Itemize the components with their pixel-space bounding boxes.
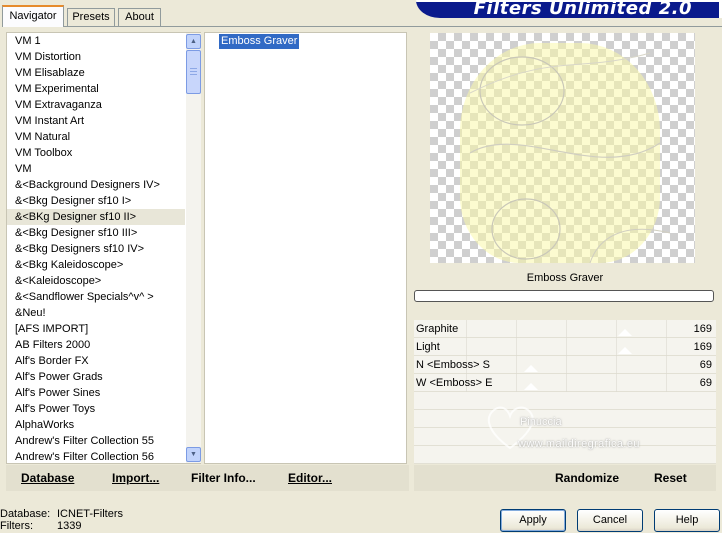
filter-category-item[interactable]: &Neu! (7, 305, 185, 321)
filter-category-item[interactable]: VM Instant Art (7, 113, 185, 129)
parameter-track (466, 320, 716, 338)
parameter-track (466, 338, 716, 356)
filter-category-item[interactable]: [AFS IMPORT] (7, 321, 185, 337)
import-button-label: Import... (112, 471, 160, 485)
tab-navigator[interactable]: Navigator (2, 5, 64, 27)
parameter-track (466, 356, 716, 374)
grip-line (190, 71, 197, 72)
parameter-slider-marker[interactable] (618, 347, 633, 354)
scroll-thumb[interactable] (186, 50, 201, 94)
reset-button[interactable]: Reset (654, 470, 687, 486)
grip-line (190, 74, 197, 75)
parameter-label: W <Emboss> E (416, 377, 493, 389)
filter-category-item[interactable]: &<Sandflower Specials^v^ > (7, 289, 185, 305)
filter-category-item[interactable]: Alf's Power Grads (7, 369, 185, 385)
filter-category-item[interactable]: &<Background Designers IV> (7, 177, 185, 193)
parameter-label: Light (416, 341, 440, 353)
filter-category-items: VM 1 VM Distortion VM Elisablaze VM Experim… (7, 33, 185, 463)
filter-category-item[interactable]: VM 1 (7, 33, 185, 49)
scroll-up-icon[interactable]: ▲ (186, 34, 201, 49)
parameter-row[interactable]: N <Emboss> S 69 (414, 356, 716, 374)
filter-category-item[interactable]: VM Elisablaze (7, 65, 185, 81)
parameter-value: 69 (699, 377, 712, 389)
parameter-value: 169 (693, 341, 712, 353)
apply-button[interactable]: Apply (500, 509, 566, 532)
tab-about[interactable]: About (118, 8, 161, 26)
parameter-label: N <Emboss> S (416, 359, 490, 371)
import-button[interactable]: Import... (112, 470, 159, 486)
status-filters-label: Filters: (0, 520, 33, 532)
filter-category-item[interactable]: AB Filters 2000 (7, 337, 185, 353)
parameter-row[interactable]: W <Emboss> E 69 (414, 374, 716, 392)
filter-category-item[interactable]: VM Extravaganza (7, 97, 185, 113)
preview-embossed-shapes (469, 52, 671, 263)
filter-category-item[interactable]: VM (7, 161, 185, 177)
editor-button[interactable]: Editor... (288, 470, 332, 486)
status-filters-value: 1339 (57, 520, 82, 532)
filter-category-item[interactable]: &<Bkg Designer sf10 III> (7, 225, 185, 241)
app-title: Filters Unlimited 2.0 (473, 0, 692, 19)
right-toolbar: Randomize Reset (414, 465, 716, 491)
status-area: Database: ICNET-Filters Filters: 1339 (0, 508, 300, 532)
filter-category-item[interactable]: &<Kaleidoscope> (7, 273, 185, 289)
filter-category-item[interactable]: &<BKg Designer sf10 II> (7, 209, 185, 225)
watermark-name: Pinuccia (520, 416, 562, 428)
parameter-value: 169 (693, 323, 712, 335)
filter-category-item[interactable]: VM Distortion (7, 49, 185, 65)
filter-category-item[interactable]: Alf's Power Toys (7, 401, 185, 417)
database-button[interactable]: Database (21, 470, 74, 486)
filter-category-item[interactable]: Andrew's Filter Collection 55 (7, 433, 185, 449)
tab-presets[interactable]: Presets (67, 8, 115, 26)
parameter-row[interactable]: Graphite 169 (414, 320, 716, 338)
category-scrollbar[interactable]: ▲ ▼ (186, 33, 201, 463)
status-filters-row: Filters: 1339 (0, 520, 300, 532)
parameter-slider-marker[interactable] (523, 383, 538, 390)
filter-category-item[interactable]: Andrew's Filter Collection 56 (7, 449, 185, 463)
filter-category-list[interactable]: VM 1 VM Distortion VM Elisablaze VM Experim… (6, 32, 201, 464)
grip-line (190, 68, 197, 69)
help-button[interactable]: Help (654, 509, 720, 532)
filter-category-item[interactable]: VM Experimental (7, 81, 185, 97)
scroll-down-icon[interactable]: ▼ (186, 447, 201, 462)
parameter-value: 69 (699, 359, 712, 371)
left-toolbar: Database Import... Filter Info... Editor… (6, 465, 409, 491)
parameter-row[interactable]: Light 169 (414, 338, 716, 356)
parameter-slider-marker[interactable] (618, 329, 633, 336)
filter-category-item[interactable]: &<Bkg Designer sf10 I> (7, 193, 185, 209)
parameter-slider-marker[interactable] (523, 365, 538, 372)
database-button-label: Database (21, 471, 75, 485)
filter-category-item[interactable]: AlphaWorks (7, 417, 185, 433)
filter-category-item[interactable]: Alf's Border FX (7, 353, 185, 369)
filter-category-item[interactable]: &<Bkg Kaleidoscope> (7, 257, 185, 273)
cancel-button[interactable]: Cancel (577, 509, 643, 532)
progress-bar (414, 290, 714, 302)
editor-button-label: Editor... (288, 471, 333, 485)
parameter-track (466, 374, 716, 392)
filter-name-label: Emboss Graver (526, 272, 604, 284)
status-database-row: Database: ICNET-Filters (0, 508, 300, 520)
filter-category-item[interactable]: VM Toolbox (7, 145, 185, 161)
watermark-url: www.maildiregrafica.eu (518, 438, 640, 450)
filter-category-item[interactable]: &<Bkg Designers sf10 IV> (7, 241, 185, 257)
app-title-banner: Filters Unlimited 2.0 (416, 0, 722, 19)
filter-category-item[interactable]: Alf's Power Sines (7, 385, 185, 401)
randomize-button[interactable]: Randomize (555, 470, 619, 486)
effect-item-selected[interactable]: Emboss Graver (219, 34, 300, 49)
filter-info-button[interactable]: Filter Info... (191, 470, 256, 486)
preview-panel (410, 32, 716, 264)
filter-category-item[interactable]: VM Natural (7, 129, 185, 145)
effect-list[interactable]: Emboss Graver (204, 32, 407, 464)
watermark: Pinuccia www.maildiregrafica.eu (480, 396, 700, 460)
preview-image[interactable] (430, 33, 695, 263)
parameter-label: Graphite (416, 323, 459, 335)
